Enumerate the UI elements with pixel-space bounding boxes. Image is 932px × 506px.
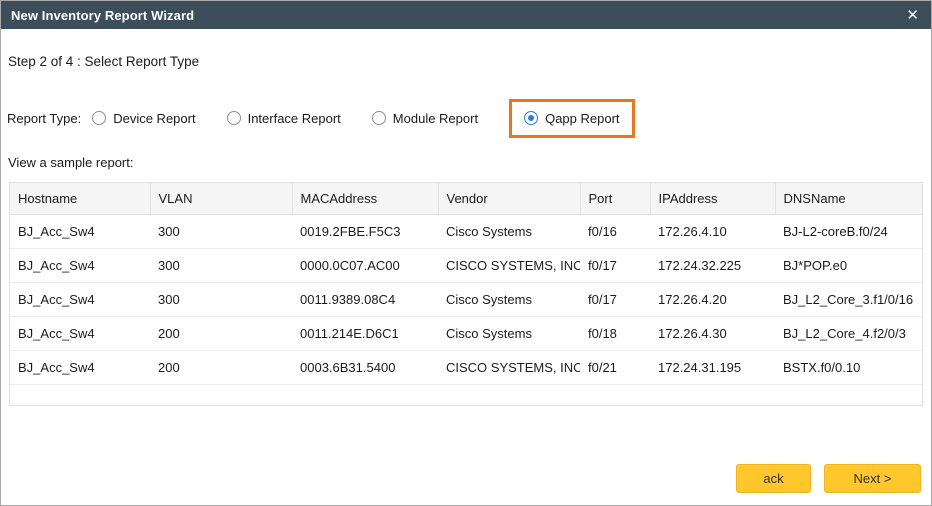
table-row: BJ_Acc_Sw43000011.9389.08C4Cisco Systems… [10, 283, 922, 317]
radio-icon[interactable] [372, 111, 386, 125]
table-cell: BSTX.f0/0.10 [775, 351, 922, 385]
close-icon[interactable]: ✕ [906, 8, 919, 23]
table-cell: 172.26.4.10 [650, 215, 775, 249]
column-header: Port [580, 183, 650, 215]
report-type-option[interactable]: Device Report [92, 111, 195, 126]
column-header: MACAddress [292, 183, 438, 215]
table-cell: BJ-L2-coreB.f0/24 [775, 215, 922, 249]
table-cell: 300 [150, 215, 292, 249]
report-type-option[interactable]: Module Report [372, 111, 478, 126]
table-cell: f0/21 [580, 351, 650, 385]
column-header: DNSName [775, 183, 922, 215]
table-cell: CISCO SYSTEMS, INC. [438, 249, 580, 283]
report-type-option[interactable]: Qapp Report [509, 99, 634, 138]
table-cell: 172.24.32.225 [650, 249, 775, 283]
table-cell: f0/17 [580, 249, 650, 283]
table-cell: BJ_Acc_Sw4 [10, 215, 150, 249]
radio-icon[interactable] [227, 111, 241, 125]
table-header-row: HostnameVLANMACAddressVendorPortIPAddres… [10, 183, 922, 215]
table-cell: BJ_L2_Core_3.f1/0/16 [775, 283, 922, 317]
table-row: BJ_Acc_Sw43000000.0C07.AC00CISCO SYSTEMS… [10, 249, 922, 283]
table-row: BJ_Acc_Sw42000011.214E.D6C1Cisco Systems… [10, 317, 922, 351]
next-button[interactable]: Next > [824, 464, 921, 493]
table-cell: 172.24.31.195 [650, 351, 775, 385]
report-type-options: Device Report Interface Report Module Re… [92, 99, 634, 138]
table-cell: 0011.9389.08C4 [292, 283, 438, 317]
column-header: IPAddress [650, 183, 775, 215]
table-cell: BJ_Acc_Sw4 [10, 283, 150, 317]
report-type-label: Report Type: [7, 111, 81, 126]
footer: ack Next > [736, 464, 921, 493]
table-cell: f0/16 [580, 215, 650, 249]
column-header: VLAN [150, 183, 292, 215]
table-cell: 0000.0C07.AC00 [292, 249, 438, 283]
column-header: Vendor [438, 183, 580, 215]
table-cell: BJ_Acc_Sw4 [10, 317, 150, 351]
window-title: New Inventory Report Wizard [11, 8, 194, 23]
report-type-row: Report Type: Device Report Interface Rep… [7, 96, 925, 140]
table-cell: BJ*POP.e0 [775, 249, 922, 283]
sample-report-table: HostnameVLANMACAddressVendorPortIPAddres… [9, 182, 923, 406]
column-header: Hostname [10, 183, 150, 215]
table-cell: Cisco Systems [438, 215, 580, 249]
table-cell: CISCO SYSTEMS, INC. [438, 351, 580, 385]
titlebar: New Inventory Report Wizard ✕ [1, 1, 931, 29]
table-cell: Cisco Systems [438, 283, 580, 317]
report-type-option-label: Device Report [113, 111, 195, 126]
table-cell: f0/17 [580, 283, 650, 317]
sample-report-label: View a sample report: [8, 155, 925, 170]
table-row: BJ_Acc_Sw43000019.2FBE.F5C3Cisco Systems… [10, 215, 922, 249]
table-cell: 300 [150, 249, 292, 283]
table-cell: 200 [150, 317, 292, 351]
wizard-dialog: New Inventory Report Wizard ✕ Step 2 of … [0, 0, 932, 506]
table-cell: 0019.2FBE.F5C3 [292, 215, 438, 249]
table-cell: 0003.6B31.5400 [292, 351, 438, 385]
report-type-option-label: Qapp Report [545, 111, 619, 126]
table-cell: 300 [150, 283, 292, 317]
table-cell: BJ_L2_Core_4.f2/0/3 [775, 317, 922, 351]
table-cell: BJ_Acc_Sw4 [10, 249, 150, 283]
table-cell: Cisco Systems [438, 317, 580, 351]
radio-icon[interactable] [524, 111, 538, 125]
table-cell: 172.26.4.20 [650, 283, 775, 317]
dialog-content: Step 2 of 4 : Select Report Type Report … [1, 54, 931, 406]
radio-icon[interactable] [92, 111, 106, 125]
step-title: Step 2 of 4 : Select Report Type [8, 54, 925, 69]
table-cell: BJ_Acc_Sw4 [10, 351, 150, 385]
table-row: BJ_Acc_Sw42000003.6B31.5400CISCO SYSTEMS… [10, 351, 922, 385]
sample-table: HostnameVLANMACAddressVendorPortIPAddres… [10, 183, 922, 385]
table-cell: 172.26.4.30 [650, 317, 775, 351]
table-cell: f0/18 [580, 317, 650, 351]
report-type-option-label: Interface Report [248, 111, 341, 126]
report-type-option[interactable]: Interface Report [227, 111, 341, 126]
report-type-option-label: Module Report [393, 111, 478, 126]
table-cell: 0011.214E.D6C1 [292, 317, 438, 351]
table-cell: 200 [150, 351, 292, 385]
back-button[interactable]: ack [736, 464, 811, 493]
